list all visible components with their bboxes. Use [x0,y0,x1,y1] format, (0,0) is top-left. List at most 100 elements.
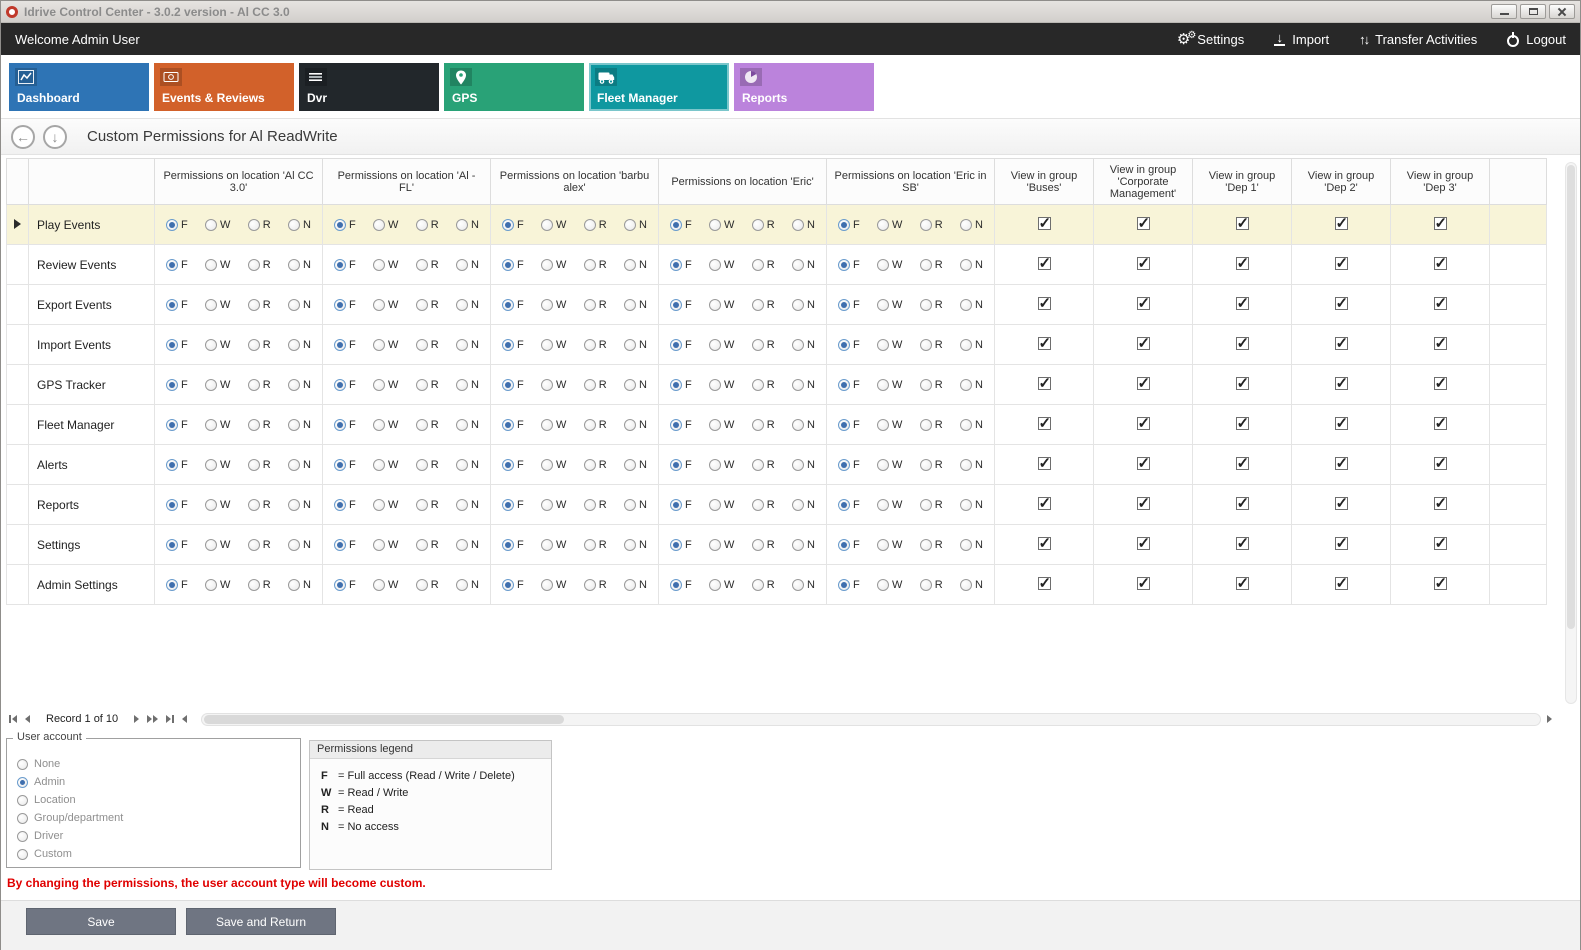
permission-radio-n[interactable]: N [960,539,983,551]
permission-radio-r[interactable]: R [248,299,271,311]
permission-radio-f[interactable]: F [838,539,860,551]
group-view-checkbox[interactable] [1137,497,1150,510]
permission-radio-n[interactable]: N [792,499,815,511]
permission-radio-f[interactable]: F [502,339,524,351]
permission-radio-f[interactable]: F [502,379,524,391]
permission-radio-n[interactable]: N [288,379,311,391]
permission-radio-r[interactable]: R [584,539,607,551]
permission-radio-n[interactable]: N [288,579,311,591]
permission-radio-n[interactable]: N [792,419,815,431]
permission-radio-w[interactable]: W [877,259,902,271]
permission-radio-f[interactable]: F [838,459,860,471]
permission-radio-w[interactable]: W [877,299,902,311]
group-view-checkbox[interactable] [1434,217,1447,230]
permission-radio-w[interactable]: W [709,339,734,351]
permission-radio-r[interactable]: R [920,219,943,231]
permission-radio-w[interactable]: W [877,459,902,471]
permission-radio-w[interactable]: W [373,219,398,231]
scroll-down-button[interactable]: ↓ [43,125,67,149]
permission-radio-n[interactable]: N [792,259,815,271]
group-view-checkbox[interactable] [1236,537,1249,550]
permission-radio-f[interactable]: F [334,299,356,311]
group-view-checkbox[interactable] [1335,377,1348,390]
group-view-checkbox[interactable] [1236,217,1249,230]
permission-radio-n[interactable]: N [624,499,647,511]
column-header-group-3[interactable]: View in group 'Dep 1' [1193,159,1292,205]
permission-radio-n[interactable]: N [792,459,815,471]
user-account-option-none[interactable]: None [17,755,300,773]
column-header-location-4[interactable]: Permissions on location 'Eric' [659,159,827,205]
permission-radio-r[interactable]: R [584,459,607,471]
horizontal-scrollbar[interactable] [201,713,1541,726]
permission-radio-r[interactable]: R [584,299,607,311]
permission-radio-r[interactable]: R [584,499,607,511]
permission-radio-w[interactable]: W [541,539,566,551]
permission-radio-f[interactable]: F [502,539,524,551]
permission-radio-r[interactable]: R [752,419,775,431]
permission-radio-w[interactable]: W [709,259,734,271]
permission-radio-f[interactable]: F [334,419,356,431]
tab-fleet-manager[interactable]: Fleet Manager [589,63,729,111]
permission-radio-r[interactable]: R [920,499,943,511]
permission-radio-r[interactable]: R [752,539,775,551]
permission-radio-f[interactable]: F [334,379,356,391]
scroll-left-button[interactable] [182,715,187,723]
close-button[interactable] [1549,4,1575,19]
group-view-checkbox[interactable] [1335,417,1348,430]
permission-radio-n[interactable]: N [456,459,479,471]
permission-radio-n[interactable]: N [960,419,983,431]
permission-radio-w[interactable]: W [709,379,734,391]
permission-radio-w[interactable]: W [205,459,230,471]
group-view-checkbox[interactable] [1038,337,1051,350]
permission-radio-r[interactable]: R [752,259,775,271]
permission-radio-w[interactable]: W [373,299,398,311]
permission-radio-n[interactable]: N [624,379,647,391]
user-account-option-group-department[interactable]: Group/department [17,809,300,827]
permission-radio-f[interactable]: F [670,259,692,271]
permission-radio-n[interactable]: N [456,419,479,431]
group-view-checkbox[interactable] [1038,297,1051,310]
user-account-option-location[interactable]: Location [17,791,300,809]
permission-radio-w[interactable]: W [373,459,398,471]
permission-radio-w[interactable]: W [541,459,566,471]
permission-radio-f[interactable]: F [838,219,860,231]
permission-radio-r[interactable]: R [584,339,607,351]
group-view-checkbox[interactable] [1038,257,1051,270]
minimize-button[interactable] [1491,4,1517,19]
group-view-checkbox[interactable] [1038,537,1051,550]
table-row[interactable]: GPS TrackerFWRNFWRNFWRNFWRNFWRN [7,365,1547,405]
permission-radio-f[interactable]: F [670,379,692,391]
group-view-checkbox[interactable] [1236,377,1249,390]
permission-radio-f[interactable]: F [502,259,524,271]
permission-radio-f[interactable]: F [502,219,524,231]
group-view-checkbox[interactable] [1236,577,1249,590]
permission-radio-n[interactable]: N [624,259,647,271]
permission-radio-r[interactable]: R [416,259,439,271]
group-view-checkbox[interactable] [1038,497,1051,510]
table-row[interactable]: Play EventsFWRNFWRNFWRNFWRNFWRN [7,205,1547,245]
permission-radio-n[interactable]: N [792,539,815,551]
permission-radio-r[interactable]: R [584,579,607,591]
permission-radio-f[interactable]: F [502,299,524,311]
column-header-location-3[interactable]: Permissions on location 'barbu alex' [491,159,659,205]
permission-radio-w[interactable]: W [541,259,566,271]
permission-radio-f[interactable]: F [166,579,188,591]
permission-radio-n[interactable]: N [960,299,983,311]
group-view-checkbox[interactable] [1236,257,1249,270]
permission-radio-r[interactable]: R [584,379,607,391]
permission-radio-f[interactable]: F [670,579,692,591]
permission-radio-r[interactable]: R [920,339,943,351]
group-view-checkbox[interactable] [1137,257,1150,270]
permission-radio-f[interactable]: F [166,419,188,431]
permission-radio-n[interactable]: N [288,539,311,551]
permission-radio-w[interactable]: W [541,579,566,591]
group-view-checkbox[interactable] [1434,257,1447,270]
permission-radio-w[interactable]: W [205,339,230,351]
permission-radio-w[interactable]: W [373,419,398,431]
permission-radio-r[interactable]: R [752,459,775,471]
permission-radio-r[interactable]: R [248,539,271,551]
permission-radio-r[interactable]: R [416,579,439,591]
permission-radio-w[interactable]: W [541,219,566,231]
permission-radio-f[interactable]: F [670,539,692,551]
permission-radio-f[interactable]: F [502,499,524,511]
